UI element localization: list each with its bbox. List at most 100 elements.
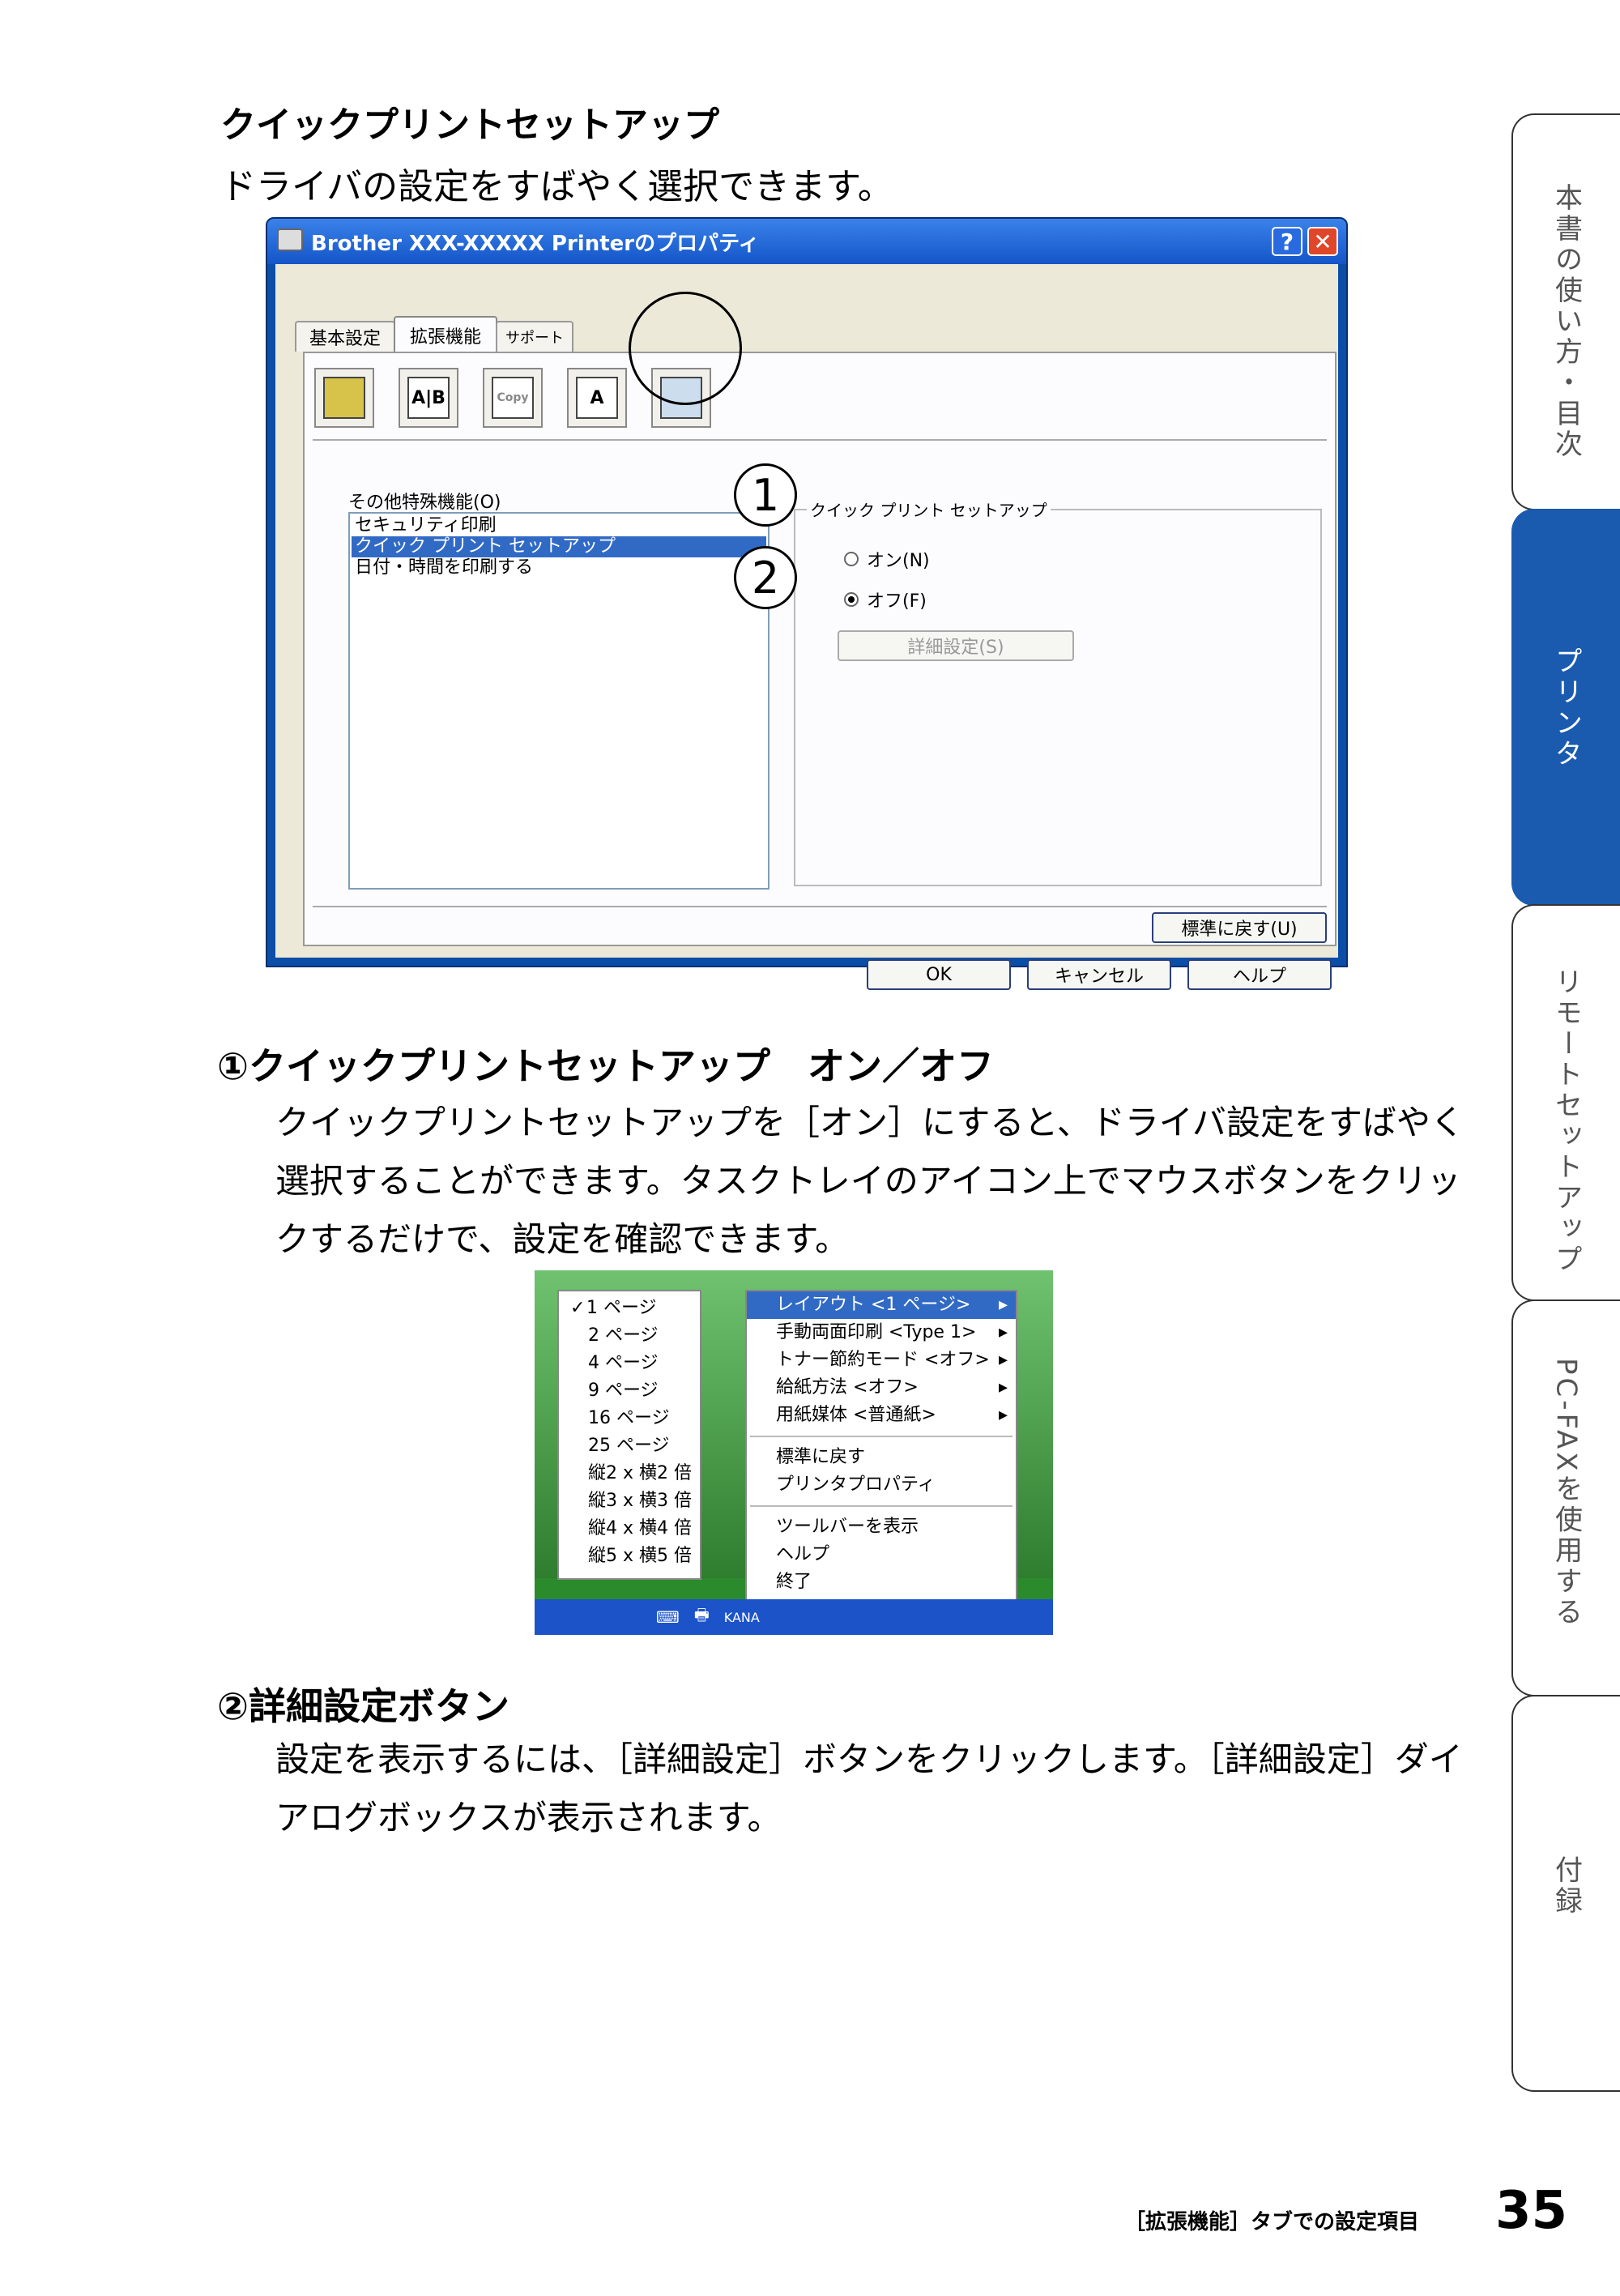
tab-support[interactable]: サポート <box>496 321 573 352</box>
features-listbox[interactable]: セキュリティ印刷 クイック プリント セットアップ 日付・時間を印刷する <box>348 512 770 890</box>
menu-item-1page[interactable]: ✓ 1 ページ <box>559 1295 700 1322</box>
side-tab-appendix[interactable]: 付録 <box>1511 1695 1620 2092</box>
menu-item-label: 縦2 x 横2 倍 <box>588 1463 692 1483</box>
menu-item-label: 9 ページ <box>588 1381 659 1401</box>
icon-highlight-circle <box>629 292 742 405</box>
menu-item-label: 25 ページ <box>588 1436 670 1456</box>
quality-icon-button[interactable] <box>314 368 374 428</box>
menu-item-label: トナー節約モード <オフ> <box>776 1350 990 1370</box>
radio-off[interactable]: オフ(F) <box>844 587 927 612</box>
divider <box>313 439 1327 441</box>
divider-bottom <box>313 906 1327 907</box>
page-layout-submenu: ✓ 1 ページ 2 ページ 4 ページ 9 ページ 16 ページ 25 ページ 縦… <box>557 1290 701 1580</box>
tab-advanced[interactable]: 拡張機能 <box>394 316 497 353</box>
scaling-icon: A <box>576 377 618 419</box>
radio-on-label: オン(N) <box>867 551 930 571</box>
radio-off-label: オフ(F) <box>867 591 927 612</box>
keyboard-icon[interactable]: ⌨ <box>656 1607 680 1627</box>
menu-item-show-toolbar[interactable]: ツールバーを表示 <box>747 1513 1016 1541</box>
help-button[interactable]: ヘルプ <box>1187 959 1332 990</box>
feature-item-quick-setup[interactable]: クイック プリント セットアップ <box>352 536 766 557</box>
menu-item-toner-save[interactable]: トナー節約モード <オフ> ▸ <box>747 1346 1016 1374</box>
submenu-arrow-icon: ▸ <box>998 1350 1008 1370</box>
radio-off-dot <box>844 592 859 607</box>
submenu-arrow-icon: ▸ <box>998 1377 1008 1398</box>
side-tab-label: 付録 <box>1550 1855 1583 1917</box>
close-button[interactable]: ✕ <box>1307 227 1338 256</box>
menu-item-label: 縦4 x 横4 倍 <box>588 1518 692 1538</box>
cancel-button[interactable]: キャンセル <box>1027 959 1171 990</box>
feature-item-date-time[interactable]: 日付・時間を印刷する <box>352 557 766 578</box>
printer-tray-icon[interactable]: 🖶 <box>694 1603 710 1631</box>
duplex-icon: A|B <box>407 377 450 419</box>
menu-item-3x3[interactable]: 縦3 x 横3 倍 <box>559 1487 700 1515</box>
menu-item-5x5[interactable]: 縦5 x 横5 倍 <box>559 1543 700 1570</box>
side-tab-label: リモートセットアップ <box>1550 967 1583 1275</box>
side-tab-pcfax[interactable]: PC-FAXを使用する <box>1511 1300 1620 1696</box>
radio-on-dot <box>844 552 859 566</box>
menu-separator <box>750 1505 1013 1507</box>
menu-item-exit[interactable]: 終了 <box>747 1568 1016 1596</box>
scaling-icon-button[interactable]: A <box>567 368 627 428</box>
dialog-client: 基本設定 拡張機能 サポート A|B Copy A その他特殊機能(O) セキュ… <box>275 264 1338 990</box>
menu-item-4page[interactable]: 4 ページ <box>559 1350 700 1377</box>
section1-body: クイックプリントセットアップを［オン］にすると、ドライバ設定をすばやく選択するこ… <box>275 1103 1464 1259</box>
default-button[interactable]: 標準に戻す(U) <box>1152 912 1327 943</box>
side-tab-toc[interactable]: 本書の使い方・目次 <box>1511 113 1620 510</box>
menu-item-reset-default[interactable]: 標準に戻す <box>747 1444 1016 1471</box>
menu-item-4x4[interactable]: 縦4 x 横4 倍 <box>559 1515 700 1543</box>
menu-item-duplex[interactable]: 手動両面印刷 <Type 1> ▸ <box>747 1319 1016 1346</box>
menu-item-label: 手動両面印刷 <Type 1> <box>776 1322 977 1342</box>
menu-item-9page[interactable]: 9 ページ <box>559 1377 700 1405</box>
tray-context-menu: レイアウト <1 ページ> ▸ 手動両面印刷 <Type 1> ▸ トナー節約モード… <box>745 1290 1017 1617</box>
side-tab-printer[interactable]: プリンタ <box>1511 509 1620 906</box>
tray-menu-screenshot: ✓ 1 ページ 2 ページ 4 ページ 9 ページ 16 ページ 25 ページ 縦… <box>535 1270 1053 1635</box>
ok-button[interactable]: OK <box>867 959 1011 990</box>
submenu-arrow-icon: ▸ <box>998 1405 1008 1425</box>
check-icon: ✓ <box>570 1298 586 1318</box>
help-title-button[interactable]: ? <box>1272 227 1302 256</box>
ime-mode-label[interactable]: KANA <box>724 1610 760 1625</box>
menu-item-paper-source[interactable]: 給紙方法 <オフ> ▸ <box>747 1374 1016 1402</box>
section2-body: 設定を表示するには、［詳細設定］ボタンをクリックします。［詳細設定］ダイアログボ… <box>275 1739 1463 1837</box>
menu-item-label: 縦3 x 横3 倍 <box>588 1491 692 1511</box>
taskbar: ⌨ 🖶 KANA <box>535 1599 1053 1635</box>
menu-item-25page[interactable]: 25 ページ <box>559 1432 700 1460</box>
printer-properties-dialog: Brother XXX-XXXXX Printerのプロパティ ? ✕ 基本設定… <box>266 217 1348 990</box>
dialog-titlebar: Brother XXX-XXXXX Printerのプロパティ ? ✕ <box>267 219 1346 264</box>
watermark-icon: Copy <box>492 377 534 419</box>
page-number: 35 <box>1495 2181 1568 2241</box>
menu-item-printer-properties[interactable]: プリンタプロパティ <box>747 1471 1016 1499</box>
menu-item-label: レイアウト <1 ページ> <box>776 1295 971 1315</box>
side-tab-remote-setup[interactable]: リモートセットアップ <box>1511 904 1620 1301</box>
menu-item-label: 用紙媒体 <普通紙> <box>776 1405 936 1425</box>
menu-item-2x2[interactable]: 縦2 x 横2 倍 <box>559 1460 700 1487</box>
watermark-icon-button[interactable]: Copy <box>483 368 543 428</box>
printer-icon <box>277 228 303 251</box>
menu-item-help[interactable]: ヘルプ <box>747 1541 1016 1568</box>
radio-on[interactable]: オン(N) <box>844 546 930 572</box>
menu-item-16page[interactable]: 16 ページ <box>559 1405 700 1432</box>
other-features-label: その他特殊機能(O) <box>348 493 501 513</box>
section2-title: ②詳細設定ボタン <box>217 1684 509 1728</box>
feature-item-secure-print[interactable]: セキュリティ印刷 <box>352 515 766 536</box>
menu-item-label: 縦5 x 横5 倍 <box>588 1546 692 1566</box>
side-tab-label: 本書の使い方・目次 <box>1550 183 1583 460</box>
menu-item-media-type[interactable]: 用紙媒体 <普通紙> ▸ <box>747 1402 1016 1429</box>
menu-item-2page[interactable]: 2 ページ <box>559 1322 700 1350</box>
sunflower-icon <box>323 377 365 419</box>
advanced-panel: A|B Copy A その他特殊機能(O) セキュリティ印刷 クイック プリント… <box>303 352 1336 946</box>
menu-item-label: 給紙方法 <オフ> <box>776 1377 919 1398</box>
quick-setup-groupbox: クイック プリント セットアップ オン(N) オフ(F) 詳細設定(S) <box>794 497 1322 886</box>
side-tab-label: PC-FAXを使用する <box>1550 1358 1583 1628</box>
duplex-icon-button[interactable]: A|B <box>399 368 458 428</box>
menu-item-label: 16 ページ <box>588 1408 670 1428</box>
heading-description: ドライバの設定をすばやく選択できます。 <box>220 166 893 207</box>
submenu-arrow-icon: ▸ <box>998 1295 1008 1315</box>
section1-title: ①クイックプリントセットアップ オン／オフ <box>217 1044 994 1088</box>
tab-basic[interactable]: 基本設定 <box>295 321 395 352</box>
footer-section-name: ［拡張機能］タブでの設定項目 <box>1124 2210 1420 2234</box>
detail-settings-button[interactable]: 詳細設定(S) <box>838 630 1074 661</box>
menu-item-layout[interactable]: レイアウト <1 ページ> ▸ <box>747 1291 1016 1319</box>
menu-separator <box>750 1436 1013 1437</box>
